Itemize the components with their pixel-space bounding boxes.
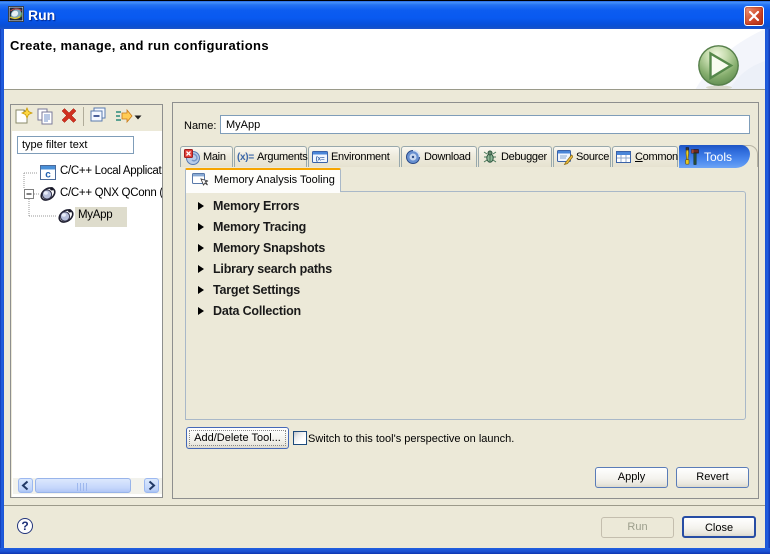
svg-text:c: c <box>45 170 51 181</box>
svg-text:(x=: (x= <box>316 156 325 163</box>
